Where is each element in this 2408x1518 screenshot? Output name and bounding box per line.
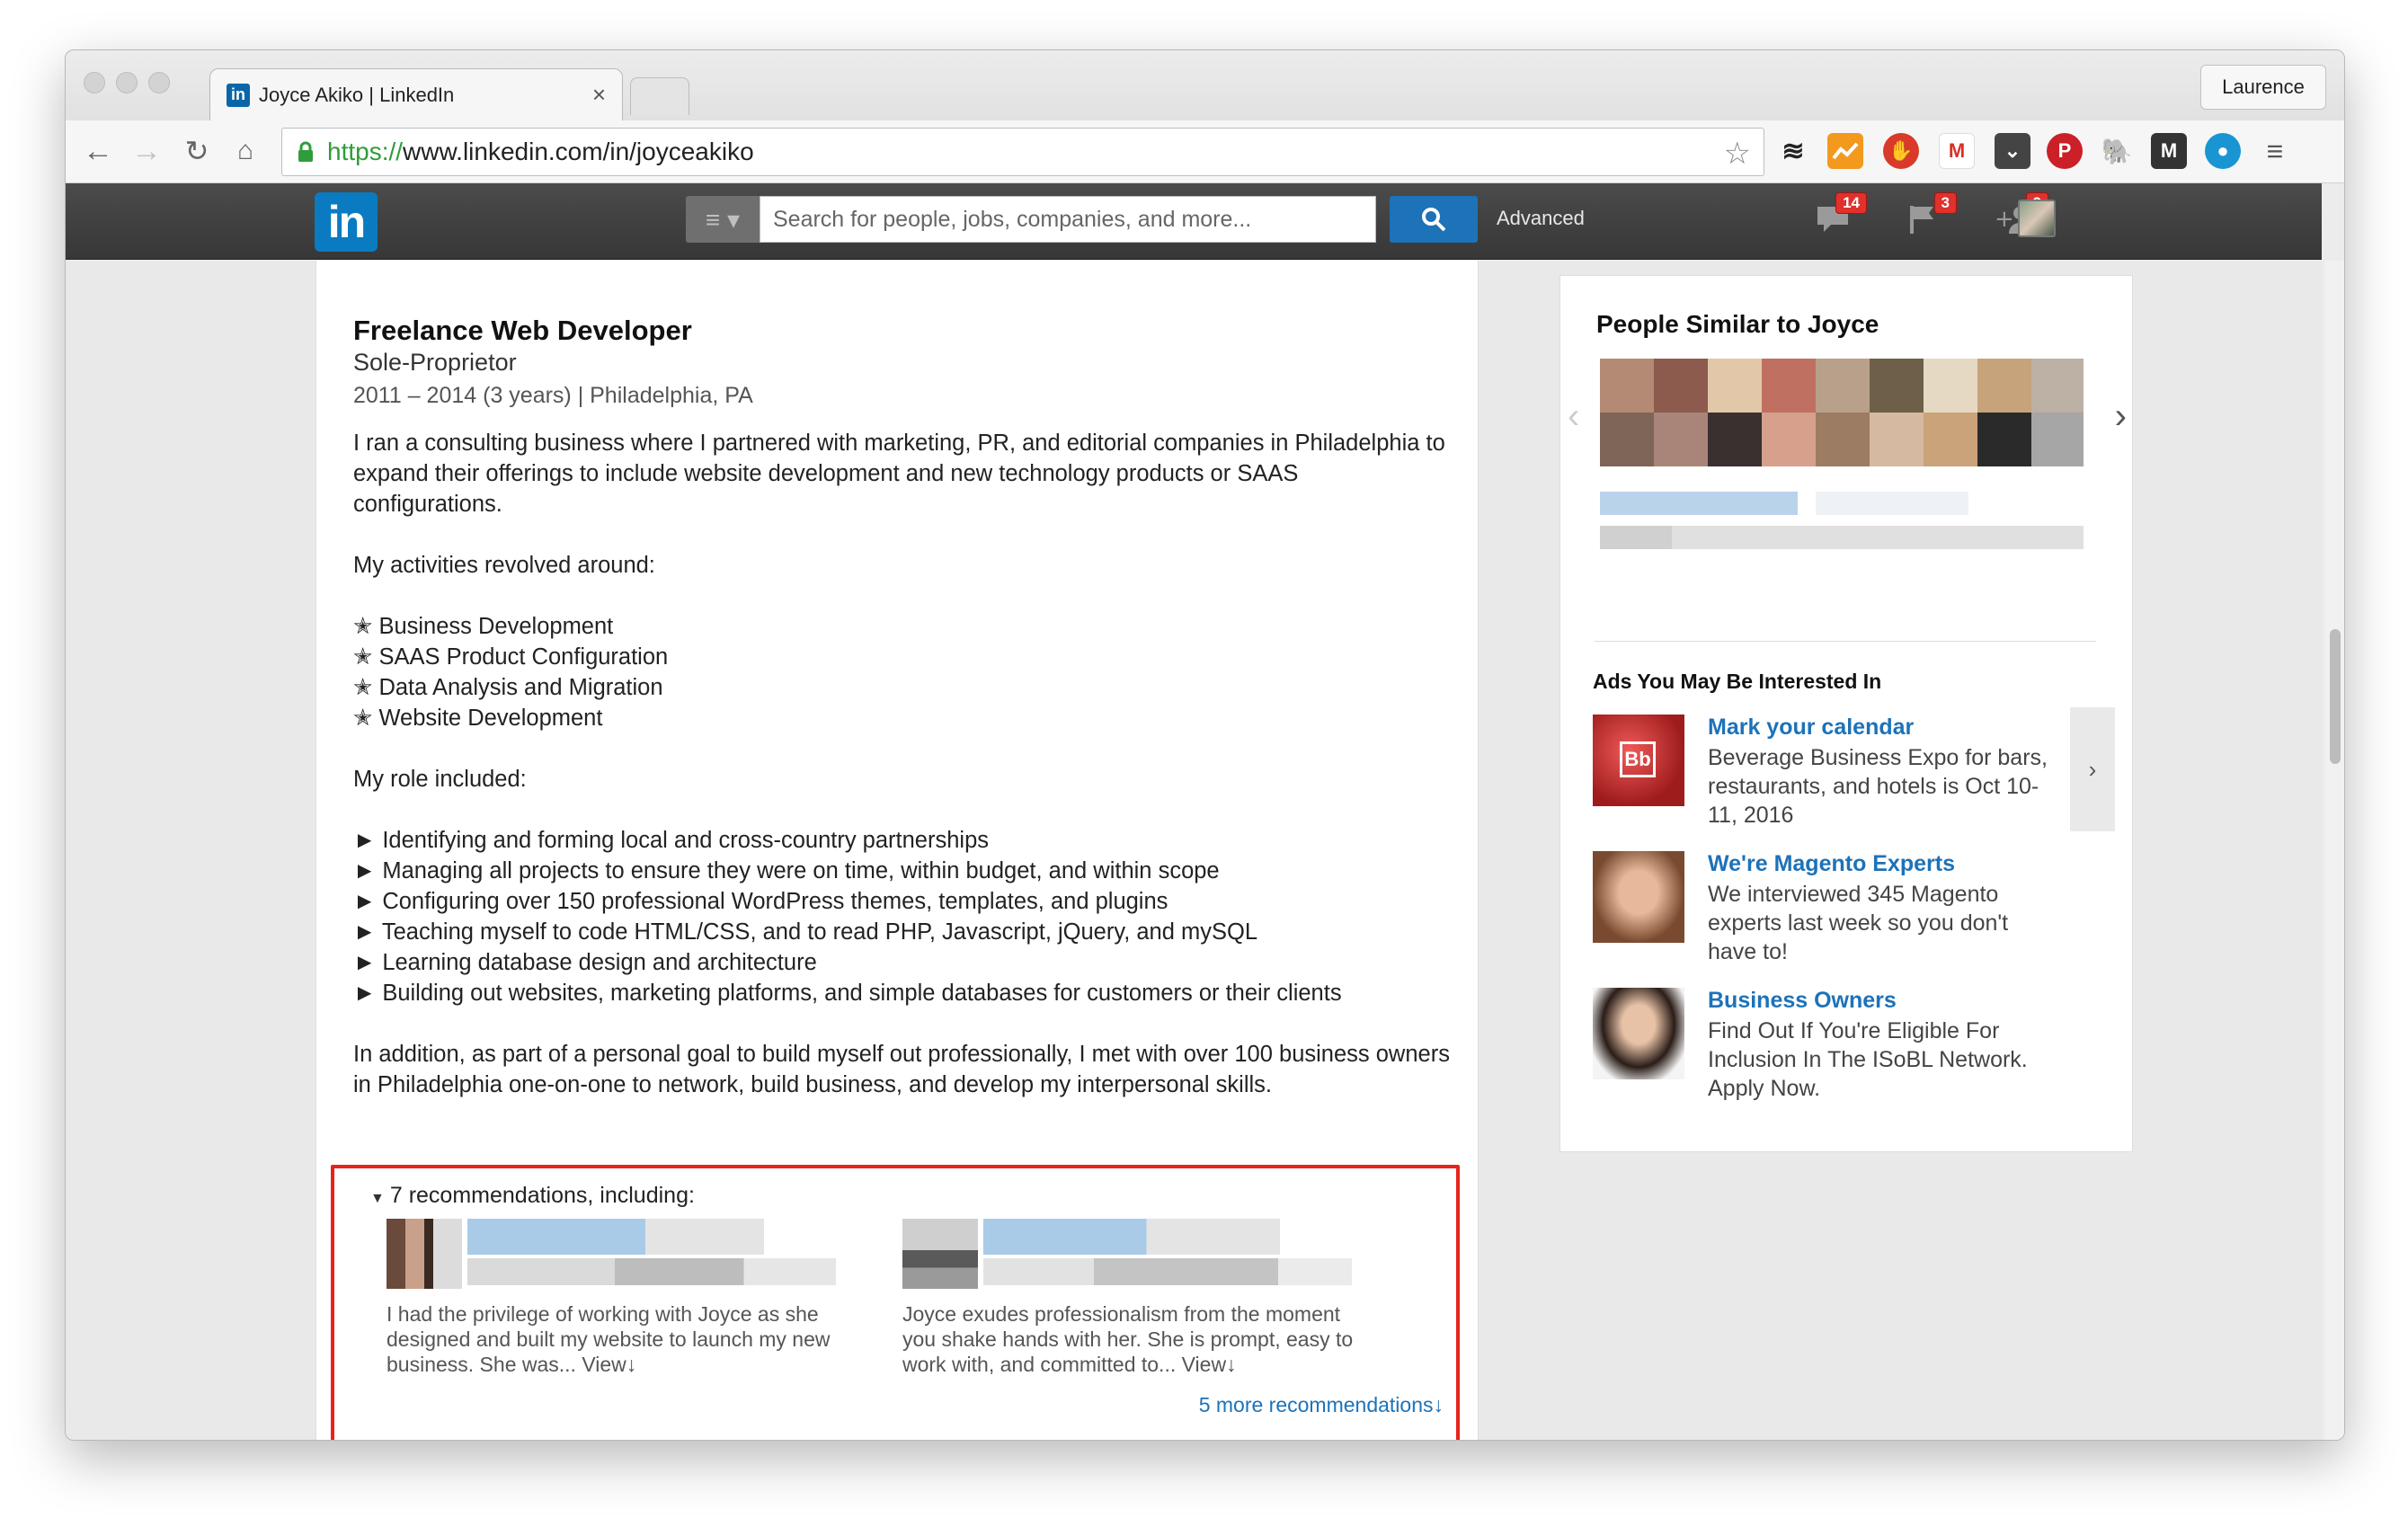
similar-people-carousel[interactable] (1600, 359, 2084, 569)
blurred-names (1600, 492, 2084, 549)
analytics-extension-icon[interactable] (1827, 133, 1863, 169)
buffer-extension-icon[interactable]: ≋ (1775, 133, 1811, 169)
messages-badge: 14 (1835, 192, 1867, 214)
notifications-button[interactable]: 3 (1901, 192, 1957, 243)
browser-menu-icon[interactable]: ≡ (2257, 133, 2293, 169)
company-name[interactable]: Sole-Proprietor (353, 349, 517, 377)
scrollbar-thumb[interactable] (2330, 629, 2341, 764)
search-input[interactable]: Search for people, jobs, companies, and … (760, 196, 1376, 243)
recommender-headline (467, 1258, 836, 1285)
page-scrollbar[interactable] (2325, 261, 2344, 1440)
title-bar: in Joyce Akiko | LinkedIn × Laurence (66, 50, 2344, 120)
close-window-button[interactable] (84, 72, 105, 93)
list-item: ► Teaching myself to code HTML/CSS, and … (353, 919, 1258, 945)
description-closing: In addition, as part of a personal goal … (353, 1042, 1450, 1097)
list-item: ✭ SAAS Product Configuration (353, 644, 669, 670)
divider (1595, 641, 2096, 642)
position-title[interactable]: Freelance Web Developer (353, 315, 692, 347)
carousel-prev-icon[interactable]: ‹ (1568, 396, 1579, 437)
beverage-expo-ad-image: Bb (1593, 715, 1684, 806)
ads-next-button[interactable]: › (2070, 707, 2115, 831)
view-recommendation-link[interactable]: View↓ (1182, 1353, 1237, 1376)
search-button[interactable] (1390, 196, 1478, 243)
search-category-dropdown[interactable]: ≡ ▾ (686, 196, 760, 243)
recommendations-highlight: ▼ 7 recommendations, including: I had the… (331, 1165, 1460, 1440)
list-item: ✭ Website Development (353, 706, 603, 731)
tab-title: Joyce Akiko | LinkedIn (259, 83, 455, 106)
view-recommendation-link[interactable]: View↓ (582, 1353, 636, 1376)
mixmax-extension-icon[interactable]: M (2151, 133, 2187, 169)
notifications-badge: 3 (1933, 192, 1957, 214)
home-icon[interactable]: ⌂ (226, 131, 265, 171)
recommender-avatar[interactable] (902, 1219, 978, 1289)
recommender-name[interactable] (983, 1219, 1280, 1255)
tab-close-icon[interactable]: × (592, 81, 606, 109)
address-bar[interactable]: https://www.linkedin.com/in/joyceakiko ☆ (281, 128, 1764, 176)
bookmark-star-icon[interactable]: ☆ (1724, 136, 1751, 172)
browser-toolbar: ← → ↻ ⌂ https://www.linkedin.com/in/joyc… (66, 120, 2344, 183)
linkedin-header: in ≡ ▾ Search for people, jobs, companie… (66, 183, 2322, 260)
url-text: https://www.linkedin.com/in/joyceakiko (327, 138, 754, 165)
list-item: ✭ Business Development (353, 614, 614, 639)
ad-headline[interactable]: Mark your calendar (1708, 715, 1914, 741)
business-owners-ad-image (1593, 988, 1684, 1079)
zoom-window-button[interactable] (148, 72, 170, 93)
search-icon (1422, 208, 1446, 232)
ad-body: Find Out If You're Eligible For Inclusio… (1708, 1018, 2028, 1101)
linkedin-logo[interactable]: in (315, 192, 378, 252)
recommender-name[interactable] (467, 1219, 764, 1255)
profile-button[interactable]: Laurence (2200, 65, 2326, 110)
list-item: ► Configuring over 150 professional Word… (353, 889, 1168, 914)
messages-button[interactable]: 14 (1811, 192, 1867, 243)
ad-headline[interactable]: Business Owners (1708, 988, 1897, 1014)
activities-list: ✭ Business Development ✭ SAAS Product Co… (353, 611, 1450, 733)
recommendation-text: Joyce exudes professionalism from the mo… (902, 1302, 1354, 1376)
tracker-extension-icon[interactable]: ● (2205, 133, 2241, 169)
new-tab-button[interactable] (630, 77, 689, 115)
blurred-profile-photos (1600, 359, 2084, 466)
minimize-window-button[interactable] (116, 72, 138, 93)
list-item: ► Learning database design and architect… (353, 950, 817, 975)
right-rail: People Similar to Joyce ‹ › Ads You May … (1559, 275, 2133, 1152)
recommendations-toggle[interactable]: ▼ 7 recommendations, including: (370, 1183, 695, 1209)
carousel-next-icon[interactable]: › (2115, 396, 2127, 437)
position-dates-location: 2011 – 2014 (3 years) | Philadelphia, PA (353, 383, 753, 408)
evernote-extension-icon[interactable]: 🐘 (2099, 133, 2135, 169)
adblock-extension-icon[interactable]: ✋ (1883, 133, 1919, 169)
browser-window: in Joyce Akiko | LinkedIn × Laurence ← →… (65, 49, 2345, 1441)
more-recommendations-link[interactable]: 5 more recommendations↓ (1199, 1393, 1444, 1417)
forward-icon[interactable]: → (127, 131, 166, 171)
reload-icon[interactable]: ↻ (177, 131, 217, 171)
advanced-search-link[interactable]: Advanced (1497, 207, 1585, 230)
list-item: ► Building out websites, marketing platf… (353, 981, 1342, 1006)
ad-headline[interactable]: We're Magento Experts (1708, 851, 1955, 877)
pocket-extension-icon[interactable]: ⌄ (1995, 133, 2030, 169)
page-content: Freelance Web Developer Sole-Proprietor … (66, 261, 2322, 1440)
role-list: ► Identifying and forming local and cros… (353, 825, 1450, 1008)
recommendation-text: I had the privilege of working with Joyc… (387, 1302, 831, 1376)
magento-ad-image (1593, 851, 1684, 943)
list-item: ✭ Data Analysis and Migration (353, 675, 663, 700)
list-item: ► Identifying and forming local and cros… (353, 828, 990, 853)
pinterest-extension-icon[interactable]: P (2047, 133, 2083, 169)
browser-tab-active[interactable]: in Joyce Akiko | LinkedIn × (209, 68, 623, 120)
lock-icon (297, 140, 316, 164)
activities-heading: My activities revolved around: (353, 553, 655, 578)
caret-down-icon: ▼ (370, 1191, 385, 1206)
list-item: ► Managing all projects to ensure they w… (353, 858, 1220, 883)
linkedin-favicon-icon: in (227, 83, 250, 107)
back-icon[interactable]: ← (78, 131, 118, 171)
user-avatar[interactable] (2018, 200, 2056, 237)
role-heading: My role included: (353, 767, 527, 792)
position-description: I ran a consulting business where I part… (353, 428, 1450, 1131)
recommender-avatar[interactable] (387, 1219, 462, 1289)
ads-title: Ads You May Be Interested In (1593, 670, 1882, 693)
experience-section: Freelance Web Developer Sole-Proprietor … (315, 261, 1479, 1440)
ad-body: We interviewed 345 Magento experts last … (1708, 882, 2009, 964)
description-intro: I ran a consulting business where I part… (353, 431, 1445, 517)
recommender-headline (983, 1258, 1352, 1285)
people-similar-title: People Similar to Joyce (1596, 310, 1879, 338)
gmail-extension-icon[interactable]: M (1939, 133, 1975, 169)
ad-body: Beverage Business Expo for bars, restaur… (1708, 745, 2048, 828)
